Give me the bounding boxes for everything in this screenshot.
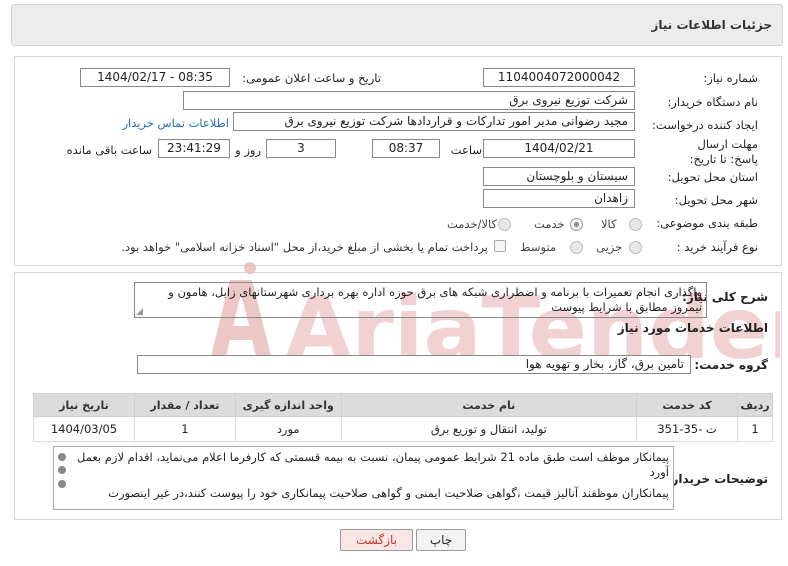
deadline-label: مهلت ارسال پاسخ: تا تاریخ:: [689, 137, 758, 166]
resize-grip-icon[interactable]: ◢: [136, 308, 145, 317]
buyer-notes-line-2: پیمانکاران موظفند آنالیز قیمت ،گواهی صلا…: [108, 486, 669, 500]
print-button[interactable]: چاپ: [416, 529, 466, 551]
buyer-org-field[interactable]: شرکت توزیع نیروی برق: [183, 91, 635, 110]
process-minor-radio[interactable]: [629, 241, 642, 254]
deadline-time-field[interactable]: 08:37: [372, 139, 440, 158]
scroll-up-icon[interactable]: [58, 453, 66, 461]
deadline-date-field[interactable]: 1404/02/21: [483, 139, 635, 158]
page-title: جزئیات اطلاعات نیاز: [651, 18, 772, 32]
summary-textarea[interactable]: واگذاری انجام تعمیرات با برنامه و اضطرار…: [134, 282, 707, 318]
cell-service-code: ت -35-351: [636, 416, 738, 442]
category-service-label: خدمت: [534, 217, 565, 231]
cell-quantity: 1: [133, 416, 236, 442]
buyer-org-label: نام دستگاه خریدار:: [667, 95, 758, 109]
days-label: روز و: [235, 143, 261, 157]
back-button[interactable]: بازگشت: [340, 529, 413, 551]
col-row-number: ردیف: [736, 393, 774, 417]
need-number-label: شماره نیاز:: [703, 71, 758, 85]
province-label: استان محل تحویل:: [667, 170, 758, 184]
col-need-date: تاریخ نیاز: [33, 393, 135, 417]
service-group-label: گروه خدمت:: [694, 358, 768, 372]
process-medium-radio[interactable]: [570, 241, 583, 254]
process-minor-label: جزیی: [596, 240, 623, 254]
scroll-down-icon[interactable]: [58, 480, 66, 488]
scroll-handle-icon[interactable]: [58, 466, 66, 474]
category-goods-service-radio[interactable]: [498, 218, 511, 231]
city-field[interactable]: زاهدان: [483, 189, 635, 208]
category-label: طبقه بندی موضوعی:: [656, 216, 758, 230]
city-label: شهر محل تحویل:: [674, 193, 758, 207]
category-goods-service-label: کالا/خدمت: [447, 217, 498, 231]
buyer-contact-link[interactable]: اطلاعات تماس خریدار: [122, 116, 229, 130]
page-header: جزئیات اطلاعات نیاز: [11, 4, 783, 46]
process-type-label: نوع فرآیند خرید :: [676, 240, 758, 254]
category-goods-radio[interactable]: [629, 218, 642, 231]
category-service-radio[interactable]: [570, 218, 583, 231]
buyer-notes-label: توضیحات خریدار:: [666, 472, 768, 486]
col-unit: واحد اندازه گیری: [234, 393, 342, 417]
deadline-time-label: ساعت: [450, 143, 482, 157]
province-field[interactable]: سیستان و بلوچستان: [483, 167, 635, 186]
services-table-header: تاریخ نیاز تعداد / مقدار واحد اندازه گیر…: [33, 393, 774, 417]
category-goods-label: کالا: [601, 217, 617, 231]
cell-need-date: 1404/03/05: [33, 416, 135, 442]
treasury-payment-checkbox[interactable]: [494, 240, 506, 252]
need-info-panel: [14, 56, 782, 266]
table-row[interactable]: 1404/03/05 1 مورد تولید، انتقال و توزیع …: [33, 416, 774, 442]
buyer-notes-line-1: پیمانکار موظف است طبق ماده 21 شرایط عموم…: [77, 450, 669, 479]
buyer-notes-box[interactable]: پیمانکار موظف است طبق ماده 21 شرایط عموم…: [53, 446, 674, 510]
col-service-code: کد خدمت: [636, 393, 738, 417]
remaining-days-field[interactable]: 3: [266, 139, 336, 158]
service-group-field[interactable]: تامین برق، گاز، بخار و تهویه هوا: [137, 355, 691, 374]
remaining-time-field[interactable]: 23:41:29: [158, 139, 230, 158]
remaining-time-label: ساعت باقی مانده: [66, 143, 152, 157]
announce-datetime-field[interactable]: 1404/02/17 - 08:35: [80, 68, 230, 87]
need-number-field[interactable]: 1104004072000042: [483, 68, 635, 87]
announce-datetime-label: تاریخ و ساعت اعلان عمومی:: [242, 71, 381, 85]
treasury-payment-note: پرداخت تمام یا بخشی از مبلغ خرید،از محل …: [121, 240, 488, 254]
col-quantity: تعداد / مقدار: [133, 393, 236, 417]
cell-row-number: 1: [736, 416, 774, 442]
services-section-title: اطلاعات خدمات مورد نیاز: [617, 321, 768, 335]
requester-label: ایجاد کننده درخواست:: [652, 118, 758, 132]
services-table: تاریخ نیاز تعداد / مقدار واحد اندازه گیر…: [33, 393, 774, 442]
cell-unit: مورد: [234, 416, 342, 442]
process-medium-label: متوسط: [520, 240, 557, 254]
col-service-name: نام خدمت: [340, 393, 638, 417]
requester-field[interactable]: مجید رضوانی مدیر امور تدارکات و قرارداده…: [233, 112, 635, 131]
cell-service-name: تولید، انتقال و توزیع برق: [340, 416, 638, 442]
